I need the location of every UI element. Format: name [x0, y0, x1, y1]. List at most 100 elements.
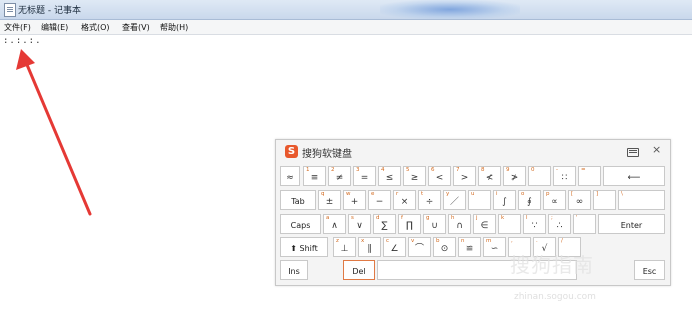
key-symbol: ⟵: [627, 173, 641, 183]
key-punct[interactable]: - ∷: [553, 166, 576, 186]
key-symbol: Tab: [291, 197, 305, 206]
key-symbol: ≈: [286, 173, 294, 183]
key-symbol: Enter: [620, 221, 643, 230]
key-p[interactable]: p ∝: [543, 190, 566, 210]
key-5[interactable]: 5 ≥: [403, 166, 426, 186]
key-k[interactable]: k: [498, 214, 521, 234]
watermark-url: zhinan.sogou.com: [514, 292, 596, 302]
key-symbol: ∩: [456, 221, 463, 231]
key-symbol: ∧: [331, 221, 338, 231]
key-del[interactable]: Del: [343, 260, 375, 280]
key-7[interactable]: 7 >: [453, 166, 476, 186]
key-symbol: Del: [352, 267, 366, 276]
arrow-head: [16, 49, 35, 70]
key-symbol: −: [375, 197, 384, 207]
key-shortcut-label: u: [471, 191, 475, 197]
key-symbol: ≮: [485, 173, 494, 183]
key[interactable]: ≈: [280, 166, 300, 186]
key-symbol: ∪: [431, 221, 438, 231]
key-symbol: ⌒: [414, 244, 424, 254]
key-symbol: ∫: [502, 197, 507, 207]
key-symbol: ⊥: [340, 244, 349, 254]
key-symbol: ∷: [561, 173, 568, 183]
key-symbol: ⬆ Shift: [290, 244, 318, 253]
sogou-logo-icon: S: [285, 145, 298, 158]
key-l[interactable]: l ∵: [523, 214, 546, 234]
close-icon[interactable]: ×: [652, 143, 661, 156]
soft-keyboard-header: S 搜狗软键盘 ×: [276, 140, 670, 162]
key-symbol: ×: [400, 197, 409, 207]
key-z[interactable]: z ⊥: [333, 237, 356, 257]
key-4[interactable]: 4 ≤: [378, 166, 401, 186]
key-0[interactable]: 0: [528, 166, 551, 186]
key-symbol: ≯: [510, 173, 519, 183]
key-r[interactable]: r ×: [393, 190, 416, 210]
key-f[interactable]: f ∏: [398, 214, 421, 234]
key-punct[interactable]: [∞: [568, 190, 591, 210]
key-symbol: ∝: [551, 197, 558, 207]
key-symbol: Esc: [642, 267, 657, 276]
key-w[interactable]: w +: [343, 190, 366, 210]
keyboard-icon[interactable]: [627, 148, 639, 157]
key-enter[interactable]: Enter: [598, 214, 665, 234]
key-n[interactable]: n ≌: [458, 237, 481, 257]
key-punct[interactable]: \: [618, 190, 665, 210]
soft-keyboard-title: 搜狗软键盘: [302, 149, 352, 160]
key-shortcut-label: =: [581, 167, 586, 173]
key-symbol: =: [360, 173, 369, 183]
key-symbol: ⊙: [440, 244, 449, 254]
key-j[interactable]: j ∈: [473, 214, 496, 234]
key-symbol: Ins: [288, 267, 300, 276]
key-symbol: Caps: [290, 221, 311, 230]
key-1[interactable]: 1 ≡: [303, 166, 326, 186]
key-h[interactable]: h ∩: [448, 214, 471, 234]
key[interactable]: ⟵: [603, 166, 665, 186]
key-x[interactable]: x ∥: [358, 237, 381, 257]
key-v[interactable]: v ⌒: [408, 237, 431, 257]
key-3[interactable]: 3 =: [353, 166, 376, 186]
key-2[interactable]: 2 ≠: [328, 166, 351, 186]
key-symbol: ±: [325, 197, 334, 207]
key-i[interactable]: i ∫: [493, 190, 516, 210]
key-shortcut-label: ': [576, 215, 578, 221]
key-tab[interactable]: Tab: [280, 190, 316, 210]
key-g[interactable]: g ∪: [423, 214, 446, 234]
key-a[interactable]: a ∧: [323, 214, 346, 234]
key-s[interactable]: s ∨: [348, 214, 371, 234]
key-caps[interactable]: Caps: [280, 214, 321, 234]
key-symbol: ∏: [406, 221, 413, 231]
key-symbol: >: [460, 173, 469, 183]
key-symbol: ÷: [425, 197, 434, 207]
key-punct[interactable]: ; ∴: [548, 214, 571, 234]
key-9[interactable]: 9 ≯: [503, 166, 526, 186]
key-b[interactable]: b ⊙: [433, 237, 456, 257]
key-punct[interactable]: ': [573, 214, 596, 234]
key-shortcut-label: \: [621, 191, 623, 197]
key-symbol: ∨: [356, 221, 363, 231]
key-e[interactable]: e −: [368, 190, 391, 210]
key-u[interactable]: u: [468, 190, 491, 210]
key-q[interactable]: q ±: [318, 190, 341, 210]
key-d[interactable]: d ∑: [373, 214, 396, 234]
key-m[interactable]: m ∽: [483, 237, 506, 257]
key-ins[interactable]: Ins: [280, 260, 308, 280]
key-esc[interactable]: Esc: [634, 260, 665, 280]
key-shortcut-label: ]: [596, 191, 599, 197]
key-punct[interactable]: =: [578, 166, 601, 186]
key-o[interactable]: o ∮: [518, 190, 541, 210]
watermark-brand: 搜狗指南: [510, 253, 594, 277]
key-c[interactable]: c ∠: [383, 237, 406, 257]
key-symbol: ≡: [310, 173, 319, 183]
key-symbol: ／: [449, 197, 459, 207]
key-8[interactable]: 8 ≮: [478, 166, 501, 186]
key-y[interactable]: y ／: [443, 190, 466, 210]
key-symbol: ∑: [381, 221, 388, 231]
key-symbol: ∞: [575, 197, 584, 207]
key-t[interactable]: t ÷: [418, 190, 441, 210]
key-6[interactable]: 6 <: [428, 166, 451, 186]
key-shortcut-label: k: [501, 215, 505, 221]
key-symbol: ∥: [367, 244, 372, 254]
key-shift[interactable]: ⬆ Shift: [280, 237, 328, 257]
key-symbol: ∈: [480, 221, 489, 231]
key-punct[interactable]: ]: [593, 190, 616, 210]
